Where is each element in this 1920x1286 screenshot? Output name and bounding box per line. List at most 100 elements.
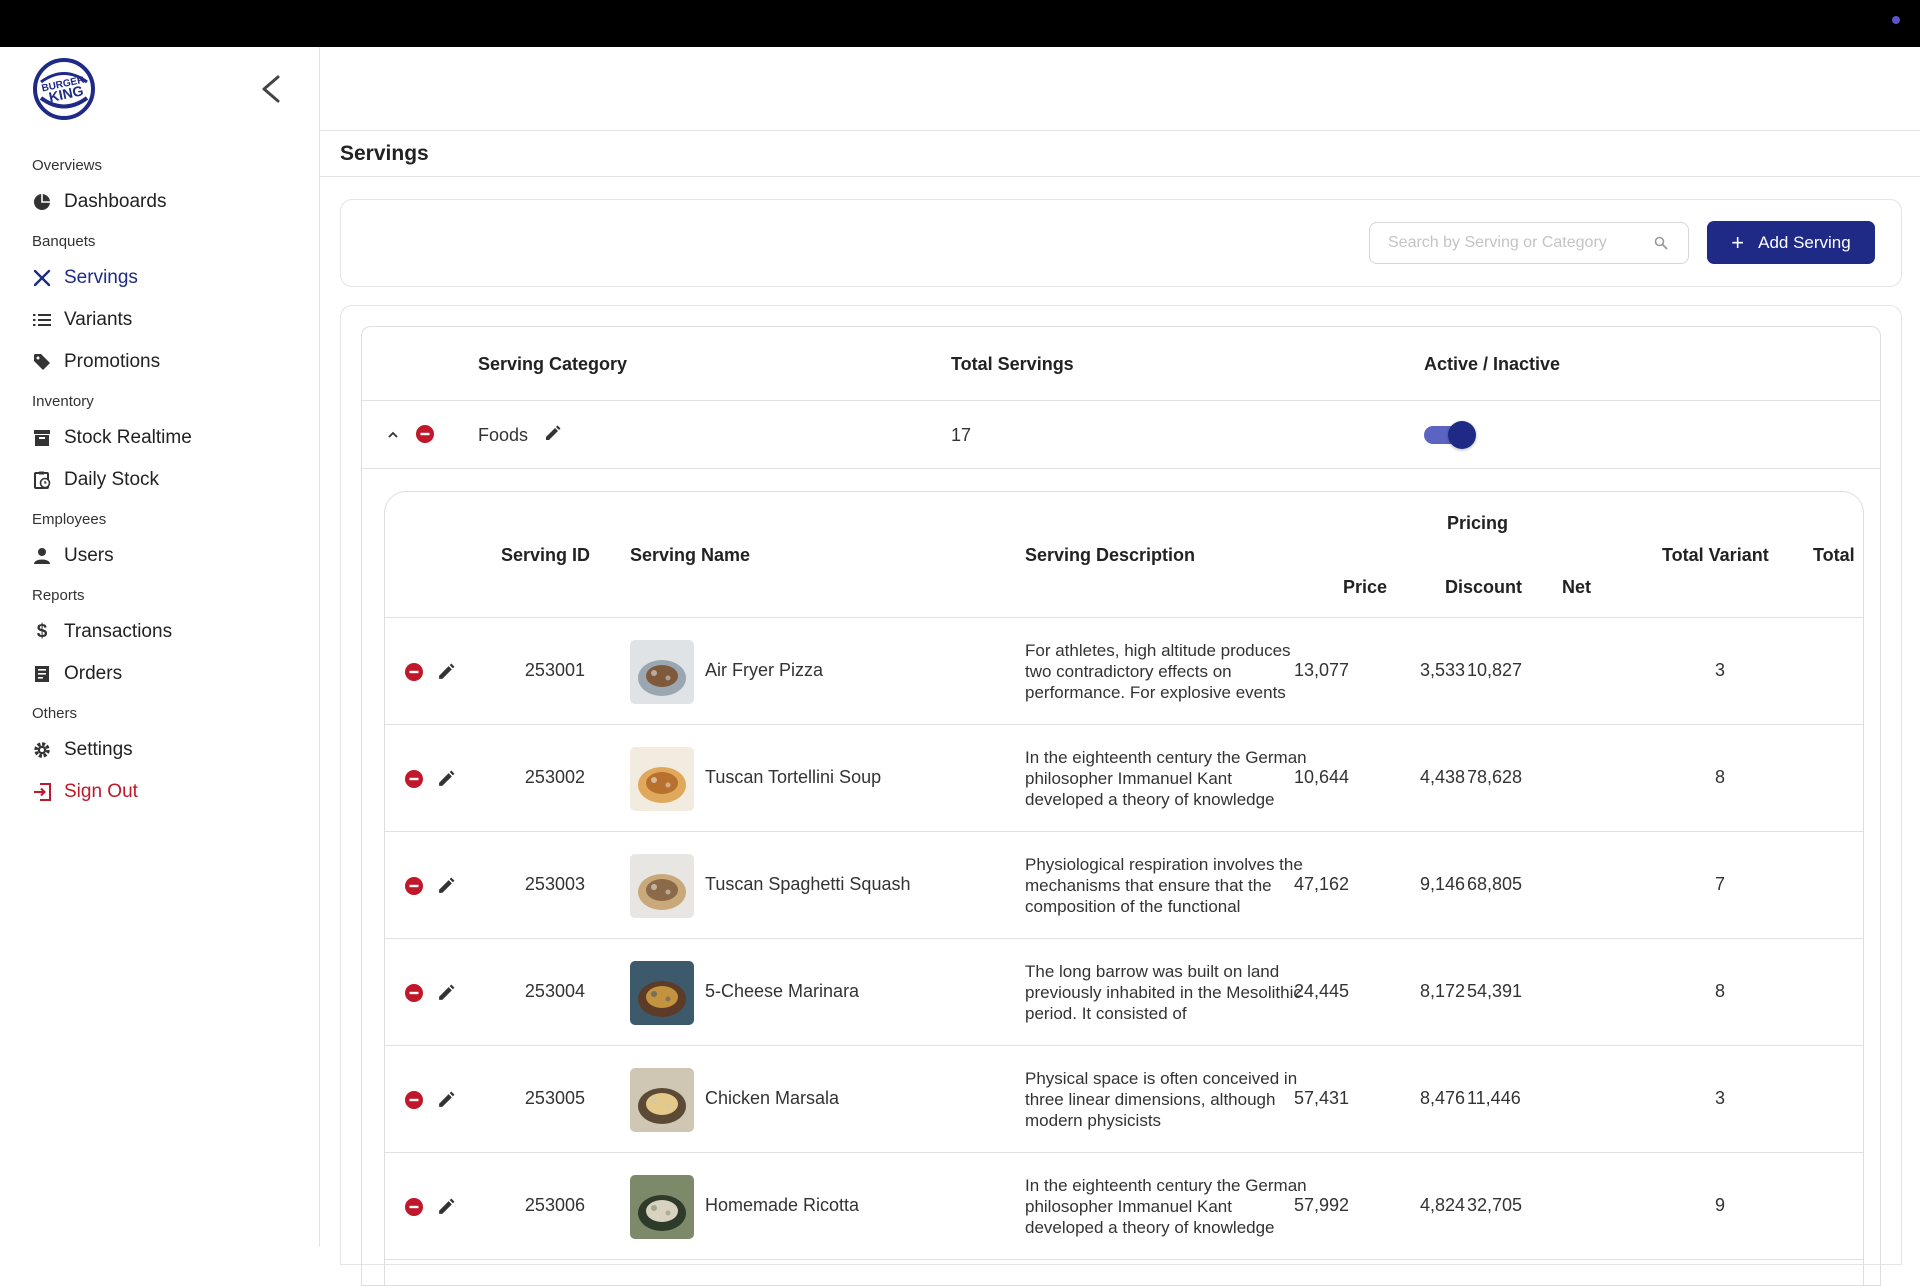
clipboard-clock-icon bbox=[32, 470, 52, 490]
utensils-icon bbox=[32, 268, 52, 288]
sidebar-item-dashboards[interactable]: Dashboards bbox=[0, 181, 320, 223]
edit-serving-icon[interactable] bbox=[437, 663, 455, 681]
receipt-icon bbox=[32, 664, 52, 684]
table-row: 253002 Tuscan Tortellini Soup In the eig… bbox=[385, 725, 1863, 832]
serving-name: 5-Cheese Marinara bbox=[705, 981, 860, 1001]
table-row: 253005 Chicken Marsala Physical space is… bbox=[385, 1046, 1863, 1153]
collapse-sidebar-button[interactable] bbox=[256, 69, 284, 109]
serving-price: 47,162 bbox=[1293, 874, 1349, 894]
add-serving-label: Add Serving bbox=[1758, 232, 1851, 252]
serving-id: 253005 bbox=[524, 1088, 585, 1108]
dollar-icon: $ bbox=[36, 621, 48, 642]
serving-total-variant: 8 bbox=[1714, 767, 1725, 787]
header-discount: Discount bbox=[1445, 577, 1523, 597]
serving-total-variant: 9 bbox=[1714, 1195, 1725, 1215]
category-total: 17 bbox=[951, 425, 972, 445]
table-row: 253003 Tuscan Spaghetti Squash Physiolog… bbox=[385, 832, 1863, 939]
sidebar-item-sign-out[interactable]: Sign Out bbox=[0, 771, 320, 813]
remove-serving-icon[interactable] bbox=[405, 877, 423, 895]
sidebar-item-variants[interactable]: Variants bbox=[0, 299, 320, 341]
archive-icon bbox=[32, 428, 52, 448]
sidebar-item-servings[interactable]: Servings bbox=[0, 257, 320, 299]
serving-price: 10,644 bbox=[1293, 767, 1349, 787]
add-serving-button[interactable]: + Add Serving bbox=[1707, 221, 1875, 264]
sidebar-item-label: Variants bbox=[64, 309, 133, 330]
serving-id: 253001 bbox=[524, 660, 585, 680]
remove-serving-icon[interactable] bbox=[405, 770, 423, 788]
serving-id: 253004 bbox=[524, 981, 585, 1001]
sidebar-nav: Overviews Dashboards Banquets Servings V… bbox=[0, 147, 320, 813]
serving-price: 13,077 bbox=[1293, 660, 1349, 680]
serving-net: 11,446 bbox=[1467, 1088, 1521, 1108]
servings-table-header: Serving ID Serving Name Serving Descript… bbox=[385, 492, 1863, 618]
table-row: 253001 Air Fryer Pizza For athletes, hig… bbox=[385, 618, 1863, 725]
main-content: Servings + Add Serving Serving Category … bbox=[320, 47, 1920, 1286]
serving-price: 57,431 bbox=[1293, 1088, 1349, 1108]
sidebar-item-label: Servings bbox=[64, 267, 138, 288]
serving-id: 253002 bbox=[524, 767, 585, 787]
category-row: Foods 17 bbox=[362, 401, 1880, 469]
remove-serving-icon[interactable] bbox=[405, 1198, 423, 1216]
sidebar-item-users[interactable]: Users bbox=[0, 535, 320, 577]
sidebar: BURGER KING Overviews Dashboards Banquet… bbox=[0, 47, 320, 1247]
header-active-inactive: Active / Inactive bbox=[1424, 354, 1561, 374]
serving-name: Chicken Marsala bbox=[705, 1088, 840, 1108]
section-overviews: Overviews bbox=[32, 157, 103, 174]
sidebar-item-label: Stock Realtime bbox=[64, 427, 192, 448]
header-serving-name: Serving Name bbox=[630, 545, 751, 565]
serving-discount: 3,533 bbox=[1419, 660, 1465, 680]
sidebar-item-promotions[interactable]: Promotions bbox=[0, 341, 320, 383]
category-name: Foods bbox=[478, 425, 529, 445]
search-input[interactable] bbox=[1388, 223, 1648, 263]
serving-thumbnail bbox=[630, 1175, 694, 1239]
header-total-variant: Total Variant bbox=[1662, 545, 1769, 565]
remove-serving-icon[interactable] bbox=[405, 1091, 423, 1109]
remove-category-icon[interactable] bbox=[416, 425, 434, 443]
page-title: Servings bbox=[320, 131, 1920, 177]
edit-serving-icon[interactable] bbox=[437, 1198, 455, 1216]
edit-serving-icon[interactable] bbox=[437, 984, 455, 1002]
remove-serving-icon[interactable] bbox=[405, 663, 423, 681]
header-serving-id: Serving ID bbox=[501, 545, 591, 565]
servings-table-card: Serving Category Total Servings Active /… bbox=[340, 305, 1902, 1286]
serving-price: 24,445 bbox=[1293, 981, 1349, 1001]
serving-net: 32,705 bbox=[1467, 1195, 1523, 1215]
serving-discount: 8,476 bbox=[1419, 1088, 1465, 1108]
serving-name: Homemade Ricotta bbox=[705, 1195, 860, 1215]
serving-net: 68,805 bbox=[1467, 874, 1523, 894]
edit-serving-icon[interactable] bbox=[437, 1091, 455, 1109]
serving-price: 57,992 bbox=[1293, 1195, 1349, 1215]
header-total: Total bbox=[1813, 545, 1855, 565]
sidebar-item-daily-stock[interactable]: Daily Stock bbox=[0, 459, 320, 501]
search-icon[interactable] bbox=[1654, 236, 1668, 250]
sidebar-item-transactions[interactable]: $ Transactions bbox=[0, 611, 320, 653]
sidebar-item-orders[interactable]: Orders bbox=[0, 653, 320, 695]
serving-name: Tuscan Spaghetti Squash bbox=[705, 874, 911, 894]
remove-serving-icon[interactable] bbox=[405, 984, 423, 1002]
serving-discount: 4,438 bbox=[1419, 767, 1465, 787]
sidebar-item-settings[interactable]: Settings bbox=[0, 729, 320, 771]
sidebar-item-stock-realtime[interactable]: Stock Realtime bbox=[0, 417, 320, 459]
sidebar-item-label: Orders bbox=[64, 663, 123, 684]
category-table-header: Serving Category Total Servings Active /… bbox=[362, 327, 1880, 401]
header-pricing: Pricing bbox=[1447, 513, 1509, 533]
serving-net: 54,391 bbox=[1467, 981, 1523, 1001]
header-price: Price bbox=[1343, 577, 1388, 597]
edit-serving-icon[interactable] bbox=[437, 770, 455, 788]
header-serving-description: Serving Description bbox=[1025, 545, 1196, 565]
chevron-up-icon[interactable] bbox=[387, 430, 399, 440]
active-toggle[interactable] bbox=[1424, 421, 1476, 449]
serving-total-variant: 8 bbox=[1714, 981, 1725, 1001]
toolbar-card: + Add Serving bbox=[340, 199, 1902, 287]
serving-thumbnail bbox=[630, 961, 694, 1025]
serving-net: 78,628 bbox=[1467, 767, 1523, 787]
serving-id: 253003 bbox=[524, 874, 585, 894]
sidebar-item-label: Sign Out bbox=[64, 781, 138, 802]
edit-category-icon[interactable] bbox=[544, 425, 561, 442]
serving-net: 10,827 bbox=[1467, 660, 1523, 680]
sidebar-item-label: Daily Stock bbox=[64, 469, 160, 490]
serving-total-variant: 3 bbox=[1714, 660, 1725, 680]
section-banquets: Banquets bbox=[32, 233, 96, 250]
sidebar-item-label: Dashboards bbox=[64, 191, 167, 212]
edit-serving-icon[interactable] bbox=[437, 877, 455, 895]
